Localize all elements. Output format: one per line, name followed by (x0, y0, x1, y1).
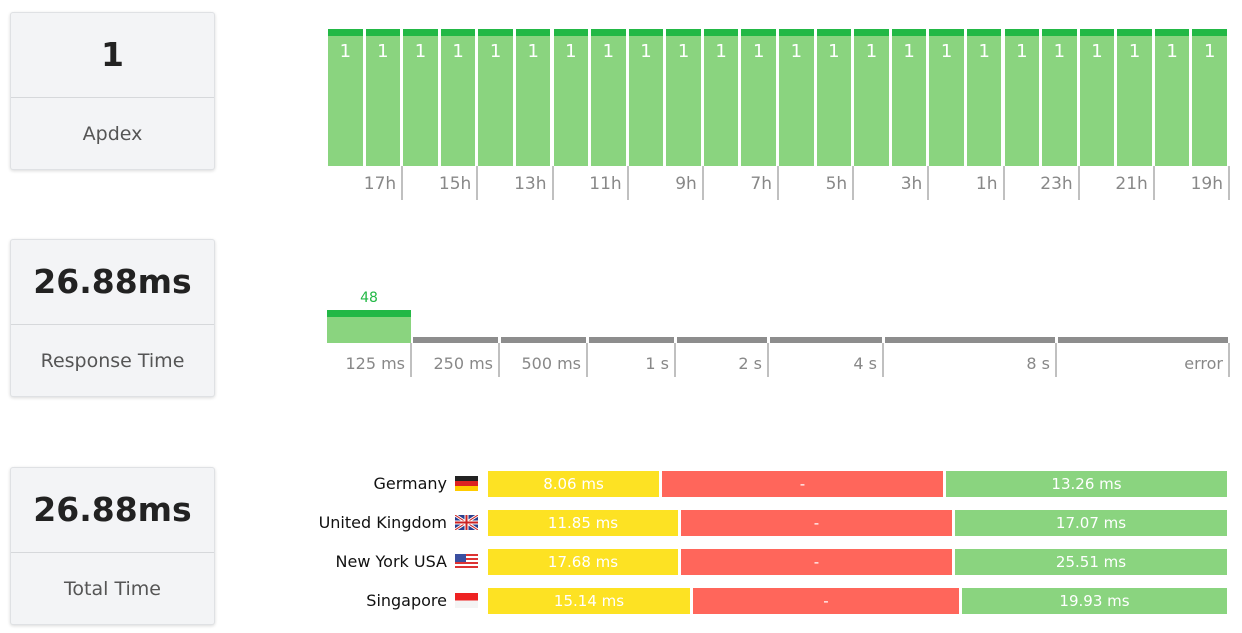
apdex-bar[interactable]: 1 (365, 29, 401, 166)
axis-label: 5h (825, 174, 848, 194)
segment-red[interactable]: - (681, 510, 952, 536)
response-time-label: Response Time (40, 350, 185, 372)
apdex-value: 1 (11, 13, 214, 98)
axis-label: 9h (675, 174, 697, 194)
apdex-bar[interactable]: 1 (779, 29, 814, 166)
axis-tick (626, 166, 629, 200)
apdex-bar[interactable]: 1 (666, 29, 701, 166)
axis-label: 1 s (645, 354, 669, 373)
response-time-card: 26.88ms Response Time (10, 239, 215, 397)
axis-tick (401, 166, 404, 200)
histogram-bin (677, 337, 767, 343)
axis-label: 8 s (1026, 354, 1050, 373)
location-row: Singapore 15.14 ms - 19.93 ms (320, 588, 1230, 614)
apdex-bar[interactable]: 1 (591, 29, 626, 166)
apdex-bar[interactable]: 1 (628, 29, 664, 166)
usa-flag-icon (455, 554, 478, 569)
axis-label: 1h (975, 174, 998, 194)
axis-label: 13h (514, 174, 547, 194)
apdex-bar[interactable]: 1 (478, 29, 513, 166)
segment-yellow[interactable]: 11.85 ms (488, 510, 678, 536)
axis-label: 11h (589, 174, 622, 194)
apdex-bar[interactable]: 1 (891, 29, 927, 166)
axis-label: 500 ms (521, 354, 581, 373)
apdex-bar[interactable]: 1 (816, 29, 852, 166)
total-time-label: Total Time (64, 578, 161, 600)
histogram-bin (501, 337, 586, 343)
location-name: United Kingdom (318, 513, 447, 532)
apdex-bar[interactable]: 1 (328, 29, 363, 166)
axis-label: 23h (1040, 174, 1073, 194)
axis-tick (927, 166, 930, 200)
location-row: New York USA 17.68 ms - 25.51 ms (320, 549, 1230, 575)
apdex-bar[interactable]: 1 (1042, 29, 1077, 166)
apdex-bar[interactable]: 1 (440, 29, 476, 166)
apdex-bar[interactable]: 1 (929, 29, 964, 166)
germany-flag-icon (455, 476, 478, 491)
segment-red[interactable]: - (681, 549, 952, 575)
segment-green[interactable]: 13.26 ms (946, 471, 1227, 497)
segment-green[interactable]: 19.93 ms (962, 588, 1227, 614)
axis-label: 2 s (738, 354, 762, 373)
axis-tick (1077, 166, 1080, 200)
apdex-bar[interactable]: 1 (1079, 29, 1115, 166)
apdex-bar[interactable]: 1 (741, 29, 776, 166)
histogram-bin (1058, 337, 1228, 343)
axis-label: error (1184, 354, 1223, 373)
apdex-bar[interactable]: 1 (966, 29, 1002, 166)
apdex-label: Apdex (82, 123, 143, 145)
histogram-count-label: 48 (360, 290, 378, 306)
apdex-bar[interactable]: 1 (1004, 29, 1040, 166)
axis-tick (476, 166, 479, 200)
uk-flag-icon (455, 515, 478, 530)
axis-tick (777, 166, 779, 200)
axis-tick (1228, 166, 1230, 200)
apdex-bar[interactable]: 1 (1192, 29, 1227, 166)
location-name: Singapore (366, 591, 447, 610)
axis-tick (1228, 343, 1230, 377)
singapore-flag-icon (455, 593, 478, 608)
axis-tick (1002, 166, 1005, 200)
total-time-value: 26.88ms (11, 468, 214, 553)
histogram-bin (885, 337, 1055, 343)
apdex-card: 1 Apdex (10, 12, 215, 170)
segment-green[interactable]: 17.07 ms (955, 510, 1227, 536)
apdex-bar[interactable]: 1 (553, 29, 589, 166)
axis-tick (701, 166, 704, 200)
axis-label: 7h (750, 174, 772, 194)
apdex-bar[interactable]: 1 (403, 29, 438, 166)
segment-yellow[interactable]: 17.68 ms (488, 549, 678, 575)
histogram-bin (413, 337, 498, 343)
apdex-bar[interactable]: 1 (854, 29, 889, 166)
segment-yellow[interactable]: 15.14 ms (488, 588, 690, 614)
location-name: New York USA (335, 552, 447, 571)
axis-label: 4 s (853, 354, 877, 373)
axis-label: 19h (1190, 174, 1223, 194)
axis-label: 250 ms (433, 354, 493, 373)
segment-red[interactable]: - (693, 588, 959, 614)
axis-label: 17h (363, 174, 397, 194)
axis-label: 15h (438, 174, 472, 194)
apdex-bar[interactable]: 1 (515, 29, 551, 166)
axis-label: 21h (1115, 174, 1148, 194)
axis-label: 125 ms (345, 354, 405, 373)
axis-tick (551, 166, 554, 200)
apdex-bar[interactable]: 1 (1154, 29, 1190, 166)
apdex-bar[interactable]: 1 (703, 29, 739, 166)
axis-tick (1152, 166, 1155, 200)
histogram-bar (327, 310, 411, 343)
location-row: Germany 8.06 ms - 13.26 ms (320, 471, 1230, 497)
segment-yellow[interactable]: 8.06 ms (488, 471, 659, 497)
location-row: United Kingdom 11.85 ms - 17.07 ms (319, 510, 1230, 536)
segment-red[interactable]: - (662, 471, 943, 497)
histogram-bin (770, 337, 882, 343)
axis-label: 3h (900, 174, 923, 194)
axis-tick (852, 166, 855, 200)
histogram-bin (589, 337, 674, 343)
response-time-value: 26.88ms (11, 240, 214, 325)
apdex-bar[interactable]: 1 (1117, 29, 1152, 166)
segment-green[interactable]: 25.51 ms (955, 549, 1227, 575)
total-time-card: 26.88ms Total Time (10, 467, 215, 625)
location-name: Germany (373, 474, 447, 493)
